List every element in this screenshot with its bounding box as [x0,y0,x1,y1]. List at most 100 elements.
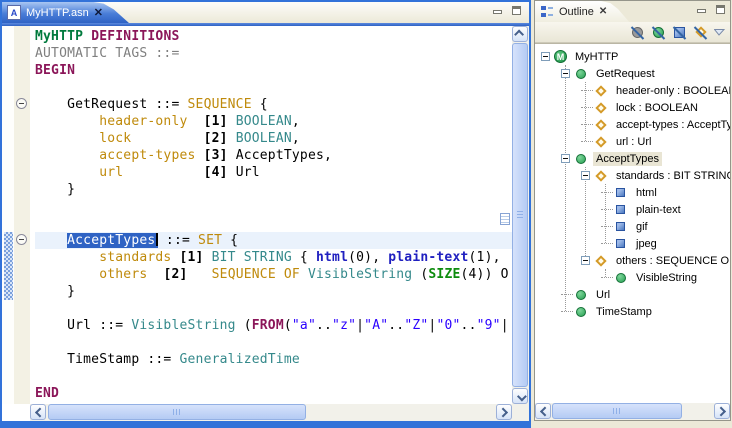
tree-expander-icon[interactable] [541,52,550,61]
outline-tab[interactable]: Outline ✕ [535,1,629,22]
code-line[interactable]: TimeStamp ::= GeneralizedTime [35,351,512,368]
scroll-left-button[interactable] [535,403,551,419]
editor-vertical-scrollbar[interactable] [512,26,529,404]
code-token [171,250,179,265]
tree-label[interactable]: accept-types : AcceptTypes [613,118,730,132]
code-line[interactable]: } [35,181,512,198]
scroll-left-button[interactable] [30,404,46,420]
editor-tab-myhttp[interactable]: A MyHTTP.asn ✕ [2,2,129,23]
outline-tree[interactable]: MMyHTTP GetRequest header-only : BOOLEAN lo… [535,43,730,403]
outline-horizontal-scrollbar[interactable] [535,403,730,420]
outline-node-getrequest[interactable]: GetRequest [535,65,730,82]
collapse-toggle-icon[interactable] [16,234,27,245]
folding-margin[interactable] [14,26,30,404]
tree-label[interactable]: VisibleString [633,271,700,285]
scroll-right-button[interactable] [714,403,730,419]
bit-icon [616,205,625,214]
tree-label[interactable]: standards : BIT STRING [613,169,730,183]
outline-node-url[interactable]: Url [535,286,730,303]
tree-label[interactable]: url : Url [613,135,654,149]
collapse-toggle-icon[interactable] [16,98,27,109]
horizontal-scroll-thumb[interactable] [552,403,682,419]
tree-label[interactable]: gif [633,220,651,234]
code-line[interactable]: } [35,283,512,300]
outline-node-header-only[interactable]: header-only : BOOLEAN [535,82,730,99]
outline-node-myhttp[interactable]: MMyHTTP [535,48,730,65]
tree-label[interactable]: html [633,186,660,200]
scroll-up-button[interactable] [512,26,528,42]
outline-node-jpeg[interactable]: jpeg [535,235,730,252]
code-line[interactable]: lock [2] BOOLEAN, [35,130,512,147]
code-line[interactable]: AcceptTypes ::= SET { [35,232,512,249]
code-line[interactable]: Url ::= VisibleString (FROM("a".."z"|"A"… [35,317,512,334]
tree-label[interactable]: GetRequest [593,67,658,81]
code-line[interactable]: MyHTTP DEFINITIONS [35,28,512,45]
annotation-ruler[interactable] [2,26,14,404]
hide-fields-button[interactable] [691,24,710,41]
hide-values-button[interactable] [670,24,689,41]
tree-label[interactable]: jpeg [633,237,660,251]
code-line[interactable] [35,300,512,317]
tree-label[interactable]: others : SEQUENCE OF [613,254,730,268]
code-line[interactable]: accept-types [3] AcceptTypes, [35,147,512,164]
code-token: .. [388,318,404,333]
hide-types-button[interactable] [649,24,668,41]
tree-label[interactable]: lock : BOOLEAN [613,101,701,115]
tree-label[interactable]: MyHTTP [572,50,621,64]
tree-label[interactable]: plain-text [633,203,684,217]
maximize-icon[interactable] [716,5,725,14]
tree-label[interactable]: header-only : BOOLEAN [613,84,730,98]
outline-node-plain-text[interactable]: plain-text [535,201,730,218]
code-line[interactable]: BEGIN [35,62,512,79]
tree-label[interactable]: AcceptTypes [593,152,662,166]
code-line[interactable] [35,334,512,351]
close-icon[interactable]: ✕ [599,6,607,17]
code-line[interactable]: standards [1] BIT STRING { html(0), plai… [35,249,512,266]
code-token: "A" [364,318,388,333]
code-line[interactable] [35,198,512,215]
outline-node-url[interactable]: url : Url [535,133,730,150]
tree-label[interactable]: TimeStamp [593,305,655,319]
code-token: header-only [99,114,187,129]
minimize-icon[interactable] [697,5,707,14]
tree-expander-icon[interactable] [581,171,590,180]
tree-expander-icon[interactable] [561,69,570,78]
minimize-icon[interactable] [493,6,503,15]
bit-icon [616,188,625,197]
outline-node-timestamp[interactable]: TimeStamp [535,303,730,320]
code-token [35,131,99,146]
scroll-down-button[interactable] [512,388,528,404]
vertical-scroll-thumb[interactable] [512,43,528,387]
text-pane[interactable]: MyHTTP DEFINITIONSAUTOMATIC TAGS ::=BEGI… [30,26,512,404]
code-line[interactable]: GetRequest ::= SEQUENCE { [35,96,512,113]
code-line[interactable]: header-only [1] BOOLEAN, [35,113,512,130]
code-line[interactable] [35,79,512,96]
code-line[interactable]: url [4] Url [35,164,512,181]
outline-node-accept-types[interactable]: accept-types : AcceptTypes [535,116,730,133]
view-menu-button[interactable] [712,24,726,41]
outline-node-visiblestring[interactable]: VisibleString [535,269,730,286]
code-line[interactable]: END [35,385,512,402]
horizontal-scroll-thumb[interactable] [48,404,306,420]
outline-node-accepttypes[interactable]: AcceptTypes [535,150,730,167]
code-line[interactable] [35,368,512,385]
scroll-right-button[interactable] [496,404,512,420]
outline-node-standards[interactable]: standards : BIT STRING [535,167,730,184]
code-token: ( [284,318,292,333]
code-token: } [35,284,75,299]
maximize-icon[interactable] [512,6,521,15]
tree-expander-icon[interactable] [561,154,570,163]
outline-node-html[interactable]: html [535,184,730,201]
code-line[interactable]: AUTOMATIC TAGS ::= [35,45,512,62]
close-icon[interactable]: ✕ [94,6,103,19]
code-line[interactable]: others [2] SEQUENCE OF VisibleString (SI… [35,266,512,283]
tree-expander-icon[interactable] [581,256,590,265]
code-line[interactable] [35,215,512,232]
tree-connector [561,294,573,296]
outline-node-lock[interactable]: lock : BOOLEAN [535,99,730,116]
editor-horizontal-scrollbar[interactable] [30,404,512,421]
outline-node-gif[interactable]: gif [535,218,730,235]
tree-label[interactable]: Url [593,288,613,302]
hide-modules-button[interactable] [628,24,647,41]
outline-node-others[interactable]: others : SEQUENCE OF [535,252,730,269]
